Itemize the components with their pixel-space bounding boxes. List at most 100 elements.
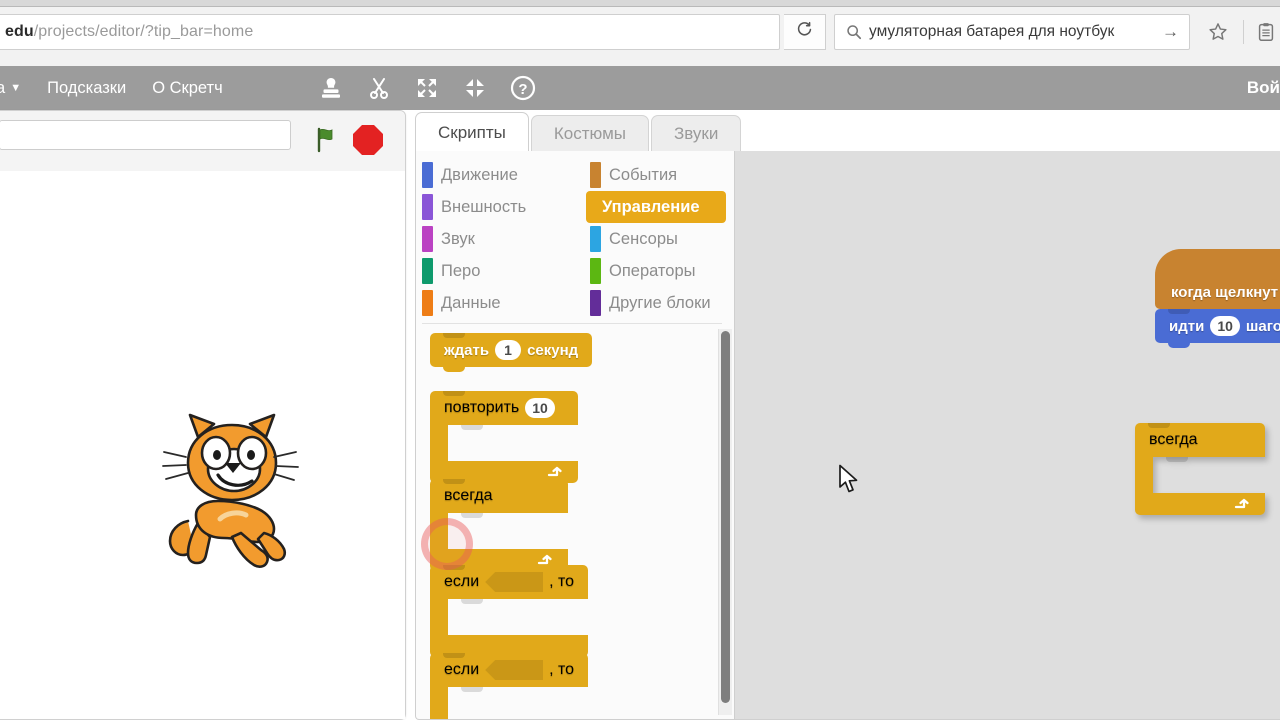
category-label: События bbox=[609, 165, 678, 184]
category-swatch bbox=[590, 258, 601, 284]
star-icon[interactable] bbox=[1204, 18, 1232, 46]
category-operators[interactable]: Операторы bbox=[586, 255, 736, 287]
signin-link[interactable]: Вой bbox=[1247, 78, 1280, 98]
script-workspace[interactable]: когда щелкнут по идти 10 bbox=[735, 151, 1280, 720]
palette-block-if-then-1[interactable]: если , то bbox=[430, 565, 588, 662]
block-label: ждать bbox=[444, 341, 490, 359]
category-label: Внешность bbox=[441, 197, 527, 216]
category-label: Операторы bbox=[609, 261, 696, 280]
block-notch bbox=[1168, 309, 1190, 314]
block-label: повторить bbox=[444, 399, 520, 416]
script-when-flag-clicked[interactable]: когда щелкнут по bbox=[1155, 249, 1280, 309]
category-swatch bbox=[422, 194, 433, 220]
block-category-grid: Движение События Внешность Управление Зв… bbox=[416, 159, 734, 319]
tab-costumes[interactable]: Костюмы bbox=[530, 115, 649, 152]
arrow-right-icon[interactable]: → bbox=[1162, 22, 1181, 42]
block-notch bbox=[1148, 423, 1170, 428]
project-name-input[interactable] bbox=[0, 120, 291, 150]
condition-slot[interactable] bbox=[485, 572, 544, 592]
category-motion[interactable]: Движение bbox=[418, 159, 586, 191]
shrink-icon[interactable] bbox=[460, 73, 490, 103]
category-control[interactable]: Управление bbox=[586, 191, 726, 223]
green-flag-icon[interactable] bbox=[309, 123, 343, 157]
category-label: Звук bbox=[441, 229, 475, 248]
category-events[interactable]: События bbox=[586, 159, 736, 191]
block-arm bbox=[430, 599, 483, 635]
script-workspace-canvas[interactable]: когда щелкнут по идти 10 bbox=[735, 151, 1280, 719]
block-palette-panel: Движение События Внешность Управление Зв… bbox=[415, 151, 735, 720]
block-label: если bbox=[444, 573, 480, 590]
block-header: всегда bbox=[1135, 423, 1265, 457]
block-notch bbox=[443, 333, 465, 338]
category-label: Другие блоки bbox=[609, 293, 711, 312]
menubar-right: Вой bbox=[1247, 66, 1280, 110]
url-path: /projects/editor/?tip_bar=home bbox=[33, 23, 254, 40]
scratch-menubar: а ▼ Подсказки О Скретч ? Вой bbox=[0, 66, 1280, 110]
menubar-tools: ? bbox=[316, 66, 538, 110]
language-menu-label: а bbox=[0, 78, 6, 97]
palette-block-repeat[interactable]: повторить 10 bbox=[430, 391, 578, 488]
stage-header bbox=[0, 111, 405, 172]
category-looks[interactable]: Внешность bbox=[418, 191, 586, 223]
stage-pane: АЭЛИТ bbox=[0, 110, 406, 720]
block-label: идти bbox=[1169, 317, 1205, 335]
language-menu[interactable]: а ▼ bbox=[0, 79, 21, 98]
stop-sign-icon[interactable] bbox=[353, 125, 383, 155]
condition-slot[interactable] bbox=[485, 660, 544, 680]
grow-icon[interactable] bbox=[412, 73, 442, 103]
palette-divider bbox=[422, 323, 722, 324]
palette-block-wait[interactable]: ждать 1 секунд bbox=[430, 333, 593, 372]
category-pen[interactable]: Перо bbox=[418, 255, 586, 287]
browser-tabstrip bbox=[0, 0, 1280, 7]
caret-down-icon: ▼ bbox=[10, 82, 22, 94]
search-bar[interactable]: умуляторная батарея для ноутбук → bbox=[834, 14, 1190, 50]
browser-chrome: edu/projects/editor/?tip_bar=home умулят… bbox=[0, 0, 1280, 67]
category-sound[interactable]: Звук bbox=[418, 223, 586, 255]
category-swatch bbox=[590, 162, 601, 188]
loop-arrow-icon bbox=[546, 464, 564, 481]
category-more-blocks[interactable]: Другие блоки bbox=[586, 287, 736, 319]
palette-scrollbar[interactable] bbox=[718, 329, 732, 715]
block-header: если , то bbox=[430, 653, 588, 687]
category-label: Движение bbox=[441, 165, 518, 184]
repeat-count-input[interactable]: 10 bbox=[525, 398, 555, 418]
stage-canvas[interactable]: АЭЛИТ bbox=[0, 171, 405, 719]
menu-item-about[interactable]: О Скретч bbox=[152, 79, 223, 98]
category-label: Перо bbox=[441, 261, 481, 280]
help-icon[interactable]: ? bbox=[508, 73, 538, 103]
script-move-steps[interactable]: идти 10 шагов bbox=[1155, 309, 1280, 348]
hat-block-top bbox=[1155, 249, 1280, 275]
block-label: секунд bbox=[527, 341, 579, 359]
category-swatch bbox=[590, 290, 601, 316]
tab-sounds[interactable]: Звуки bbox=[651, 115, 742, 152]
wait-seconds-input[interactable]: 1 bbox=[495, 340, 522, 360]
category-label: Управление bbox=[602, 197, 700, 216]
editor-panel: Скрипты Костюмы Звуки Движение События В… bbox=[415, 112, 1280, 720]
palette-scrollbar-thumb[interactable] bbox=[721, 331, 730, 703]
search-icon bbox=[843, 21, 865, 43]
block-notch bbox=[443, 479, 465, 484]
block-header: повторить 10 bbox=[430, 391, 578, 425]
clipboard-icon[interactable] bbox=[1252, 18, 1280, 46]
block-arm bbox=[430, 687, 483, 719]
scratch-cat-sprite[interactable] bbox=[146, 411, 306, 591]
tab-scripts[interactable]: Скрипты bbox=[415, 112, 529, 152]
category-swatch bbox=[422, 226, 433, 252]
script-dragged-forever-block[interactable]: всегда bbox=[1135, 423, 1265, 515]
palette-block-if-then-2[interactable]: если , то bbox=[430, 653, 588, 719]
category-swatch bbox=[586, 194, 594, 220]
category-data[interactable]: Данные bbox=[418, 287, 586, 319]
menu-item-tips[interactable]: Подсказки bbox=[47, 79, 126, 98]
block-arm bbox=[430, 425, 483, 461]
scissors-icon[interactable] bbox=[364, 73, 394, 103]
stamp-icon[interactable] bbox=[316, 73, 346, 103]
block-label: всегда bbox=[1149, 431, 1198, 448]
address-bar[interactable]: edu/projects/editor/?tip_bar=home bbox=[0, 14, 780, 50]
category-sensing[interactable]: Сенсоры bbox=[586, 223, 736, 255]
move-steps-input[interactable]: 10 bbox=[1210, 316, 1240, 336]
category-label: Сенсоры bbox=[609, 229, 678, 248]
block-label: , то bbox=[549, 573, 574, 590]
svg-text:?: ? bbox=[518, 81, 527, 98]
search-input[interactable]: умуляторная батарея для ноутбук bbox=[865, 23, 1162, 41]
reload-button[interactable] bbox=[784, 14, 826, 50]
